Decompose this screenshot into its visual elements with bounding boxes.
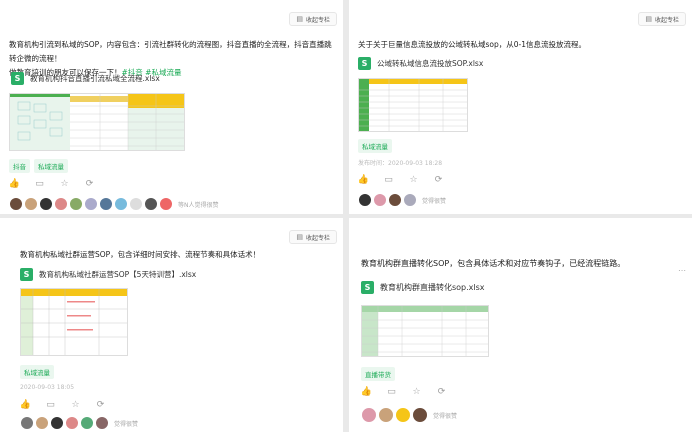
likes-text: 觉得很赞 [433,412,458,420]
post-text: 教育机构群直播转化SOP，包含具体话术和对应节奏钩子，已经流程链路。 [361,257,686,271]
collapse-column-button[interactable]: ▤ 收起专栏 [289,12,337,26]
spreadsheet-preview[interactable] [20,288,128,356]
tag-douyin[interactable]: 抖音 [9,159,30,173]
like-icon[interactable]: 👍 [358,174,369,185]
spreadsheet-preview[interactable] [361,305,489,357]
liker-avatars: 觉得很赞 [361,407,457,423]
post-card-1: ▤ 收起专栏 教育机构引流到私域的SOP，内容包含：引流社群转化的流程图，抖音直… [0,0,343,214]
avatar[interactable] [358,193,372,207]
post-date: 发布时间：2020-09-03 18:28 [358,160,443,167]
liker-avatars: 觉得很赞 [358,193,446,207]
star-icon[interactable]: ☆ [411,386,422,397]
post-text: 教育机构私域社群运营SOP，包含详细时间安排、流程节奏和具体话术！ [20,248,335,262]
post-card-3: ▤ 收起专栏 教育机构私域社群运营SOP，包含详细时间安排、流程节奏和具体话术！… [0,218,343,432]
post-date: 2020-09-03 18:05 [20,384,75,391]
excel-file-icon: S [358,57,371,70]
spreadsheet-preview-image [21,289,127,355]
avatar[interactable] [20,416,34,430]
attachment-file[interactable]: S 教育机构群直播转化sop.xlsx [361,281,485,294]
avatar[interactable] [9,197,23,211]
attachment-file[interactable]: S 教育机构私域社群运营SOP【5天特训营】.xlsx [20,268,196,281]
post-actions: 👍 ▭ ☆ ⟳ [361,386,447,397]
excel-file-icon: S [20,268,33,281]
excel-file-icon: S [361,281,374,294]
comment-icon[interactable]: ▭ [386,386,397,397]
tag-live-selling[interactable]: 直播带货 [361,367,395,381]
post-actions: 👍 ▭ ☆ ⟳ [9,178,95,189]
post-tags: 私域流量 [358,139,392,153]
star-icon[interactable]: ☆ [70,399,81,410]
star-icon[interactable]: ☆ [59,178,70,189]
avatar[interactable] [24,197,38,211]
post-text-line: 关于关于巨量信息流投放的公域转私域sop，从0-1信息流投放流程。 [358,40,587,49]
spreadsheet-preview-image [359,79,467,131]
avatar[interactable] [54,197,68,211]
likes-text: 觉得很赞 [422,197,447,205]
avatar[interactable] [395,407,411,423]
avatar[interactable] [65,416,79,430]
avatar[interactable] [378,407,394,423]
collapse-icon: ▤ [645,15,652,23]
like-icon[interactable]: 👍 [361,386,372,397]
avatar[interactable] [159,197,173,211]
avatar[interactable] [129,197,143,211]
likes-text: 觉得很赞 [114,420,139,428]
liker-avatars: 等N人觉得很赞 [9,197,219,211]
share-icon[interactable]: ⟳ [433,174,444,185]
tag-private-traffic[interactable]: 私域流量 [34,159,68,173]
avatar[interactable] [84,197,98,211]
post-actions: 👍 ▭ ☆ ⟳ [358,174,444,185]
post-text-line: 教育机构群直播转化SOP，包含具体话术和对应节奏钩子，已经流程链路。 [361,259,626,268]
likes-text: 等N人觉得很赞 [178,201,219,209]
attachment-file[interactable]: S 公域转私域信息流投放SOP.xlsx [358,57,483,70]
feed-grid: ▤ 收起专栏 教育机构引流到私域的SOP，内容包含：引流社群转化的流程图，抖音直… [0,0,692,432]
avatar[interactable] [35,416,49,430]
avatar[interactable] [39,197,53,211]
avatar[interactable] [80,416,94,430]
comment-icon[interactable]: ▭ [383,174,394,185]
avatar[interactable] [388,193,402,207]
post-actions: 👍 ▭ ☆ ⟳ [20,399,106,410]
share-icon[interactable]: ⟳ [84,178,95,189]
avatar[interactable] [144,197,158,211]
avatar[interactable] [99,197,113,211]
collapse-column-button[interactable]: ▤ 收起专栏 [638,12,686,26]
avatar[interactable] [69,197,83,211]
collapse-column-button[interactable]: ▤ 收起专栏 [289,230,337,244]
spreadsheet-preview-image [362,306,488,356]
star-icon[interactable]: ☆ [408,174,419,185]
post-text: 关于关于巨量信息流投放的公域转私域sop，从0-1信息流投放流程。 [358,38,688,52]
collapse-icon: ▤ [296,15,303,23]
avatar[interactable] [412,407,428,423]
post-text-line: 教育机构私域社群运营SOP，包含详细时间安排、流程节奏和具体话术！ [20,250,261,259]
avatar[interactable] [95,416,109,430]
spreadsheet-preview[interactable] [358,78,468,132]
spreadsheet-preview[interactable] [9,93,185,151]
like-icon[interactable]: 👍 [9,178,20,189]
avatar[interactable] [373,193,387,207]
attachment-file[interactable]: S 教育机构抖音直播引流私域全流程.xlsx [11,72,160,85]
avatar[interactable] [50,416,64,430]
share-icon[interactable]: ⟳ [436,386,447,397]
post-tags: 抖音 私域流量 [9,159,68,173]
post-card-4: ⋯ 教育机构群直播转化SOP，包含具体话术和对应节奏钩子，已经流程链路。 S 教… [349,218,692,432]
like-icon[interactable]: 👍 [20,399,31,410]
tag-private-traffic[interactable]: 私域流量 [358,139,392,153]
tag-private-traffic[interactable]: 私域流量 [20,365,54,379]
post-card-2: ▤ 收起专栏 关于关于巨量信息流投放的公域转私域sop，从0-1信息流投放流程。… [349,0,692,214]
collapse-icon: ▤ [296,233,303,241]
post-tags: 直播带货 [361,367,395,381]
avatar[interactable] [403,193,417,207]
comment-icon[interactable]: ▭ [45,399,56,410]
avatar[interactable] [361,407,377,423]
comment-icon[interactable]: ▭ [34,178,45,189]
share-icon[interactable]: ⟳ [95,399,106,410]
spreadsheet-preview-image [10,94,184,150]
post-tags: 私域流量 [20,365,54,379]
excel-file-icon: S [11,72,24,85]
post-text-line: 教育机构引流到私域的SOP，内容包含：引流社群转化的流程图，抖音直播的全流程，抖… [9,40,332,63]
liker-avatars: 觉得很赞 [20,416,138,430]
avatar[interactable] [114,197,128,211]
